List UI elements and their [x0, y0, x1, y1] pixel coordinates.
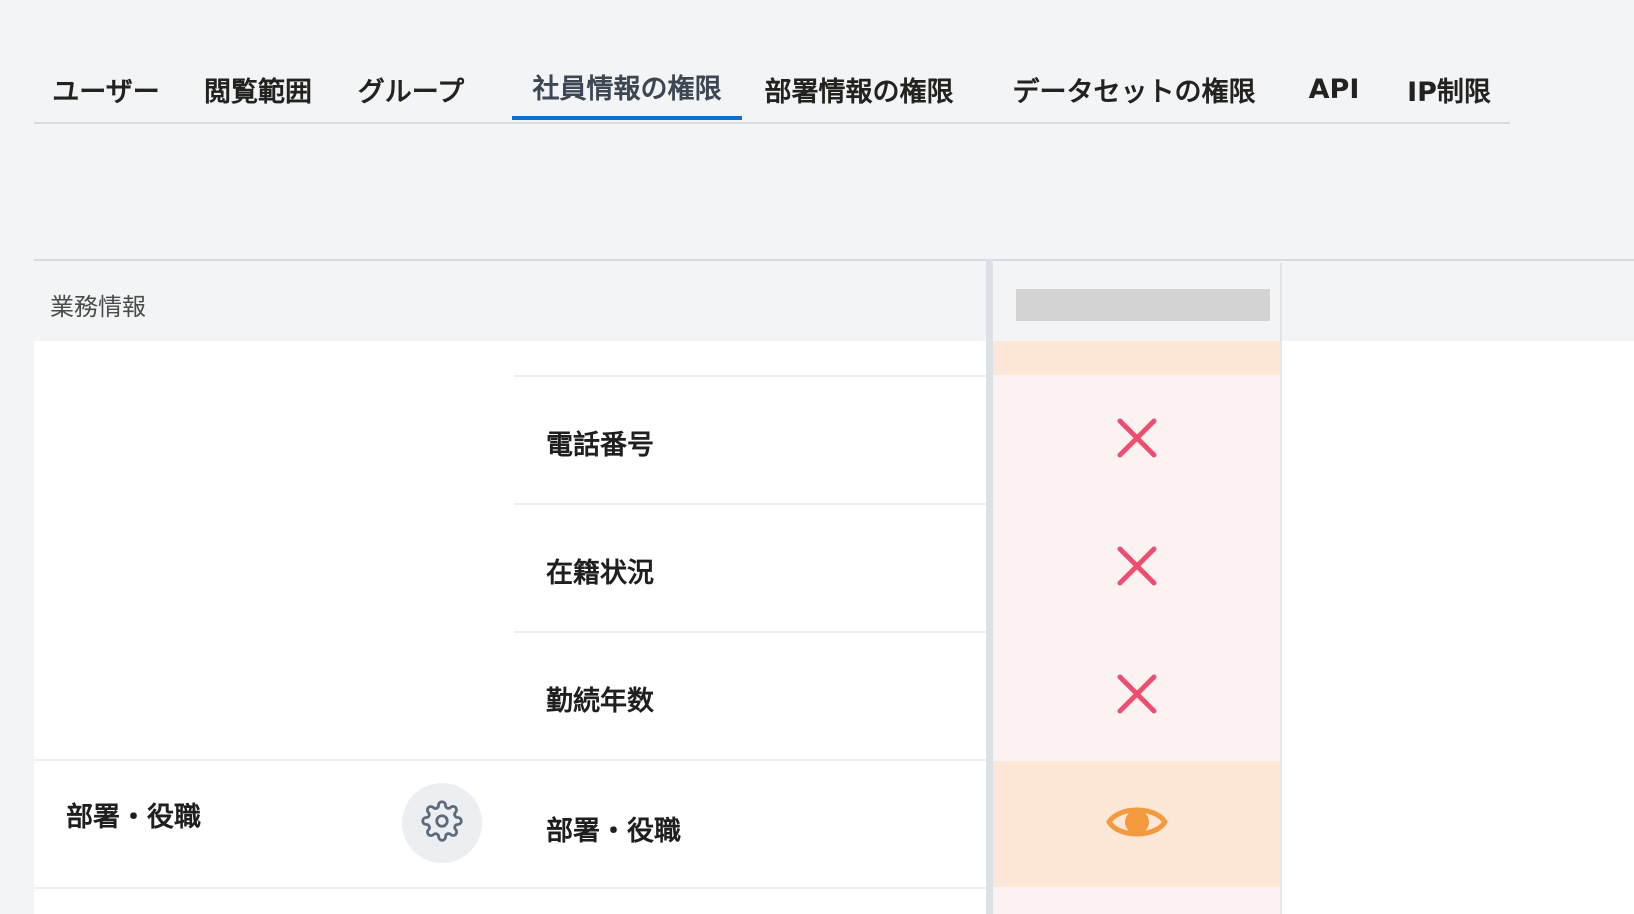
- permission-cell-partial: [993, 341, 1280, 375]
- close-icon: [1116, 545, 1158, 591]
- tab-employee-permissions[interactable]: 社員情報の権限: [512, 56, 742, 120]
- permission-cell[interactable]: [993, 377, 1280, 503]
- table-row: 電話番号: [34, 377, 1634, 503]
- column-name-placeholder: [1016, 289, 1270, 321]
- table-row: 在籍状況: [34, 505, 1634, 631]
- tab-bar: ユーザー 閲覧範囲 グループ 社員情報の権限 部署情報の権限 データセットの権限…: [34, 56, 1510, 124]
- close-icon: [1116, 417, 1158, 463]
- row-label: 勤続年数: [546, 686, 654, 717]
- tab-department-permissions[interactable]: 部署情報の権限: [760, 56, 958, 122]
- table-header: 業務情報: [34, 259, 1634, 343]
- tab-groups[interactable]: グループ: [355, 56, 467, 122]
- tab-users[interactable]: ユーザー: [50, 56, 162, 122]
- permission-cell[interactable]: [993, 633, 1280, 759]
- permission-cell[interactable]: [993, 505, 1280, 631]
- permission-cell[interactable]: [993, 761, 1280, 887]
- eye-icon: [1105, 800, 1169, 848]
- column-divider: [986, 259, 993, 914]
- settings-button[interactable]: [402, 783, 482, 863]
- row-label: 在籍状況: [546, 558, 654, 589]
- gear-icon: [421, 800, 463, 846]
- close-icon: [1116, 673, 1158, 719]
- tab-api[interactable]: API: [1309, 56, 1360, 122]
- table-row: 部署・役職 部署・役職: [34, 761, 1634, 887]
- tab-ip-restriction[interactable]: IP制限: [1406, 56, 1492, 122]
- permissions-table: 業務情報 電話番号 在籍状況 勤続年数 部署・役職 部署・役職: [34, 259, 1634, 914]
- tab-view-scope[interactable]: 閲覧範囲: [202, 56, 314, 122]
- table-row: 勤続年数: [34, 633, 1634, 759]
- row-label: 電話番号: [546, 430, 654, 461]
- tab-dataset-permissions[interactable]: データセットの権限: [1004, 56, 1264, 122]
- group-label: 部署・役職: [66, 802, 201, 833]
- table-body: 電話番号 在籍状況 勤続年数 部署・役職 部署・役職: [34, 341, 1634, 914]
- row-divider: [34, 887, 986, 889]
- permission-column-header: [992, 263, 1282, 343]
- section-title: 業務情報: [50, 293, 146, 321]
- row-label: 部署・役職: [546, 816, 681, 847]
